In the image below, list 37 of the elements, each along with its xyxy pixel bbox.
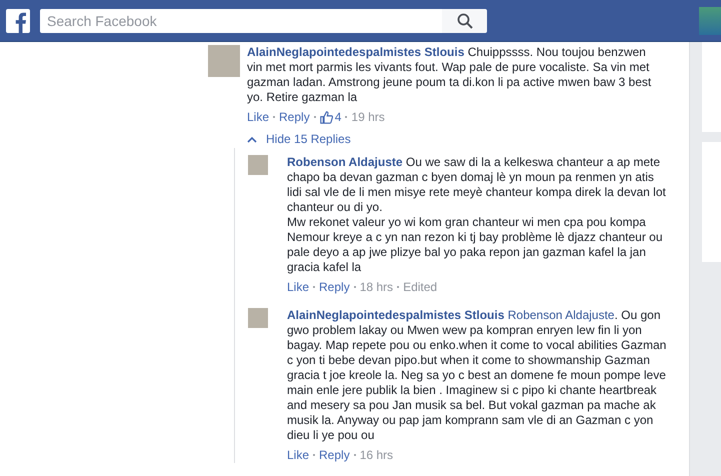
search-icon [456,12,472,28]
facebook-logo-icon[interactable] [6,8,30,32]
separator-dot [313,286,316,288]
profile-picture[interactable] [699,6,721,34]
separator-dot [313,454,316,456]
action-link[interactable]: Like [247,109,270,125]
timestamp: 19 hrs [351,109,385,125]
separator-dot [314,116,316,118]
edited-label: Edited [403,279,438,295]
separator-dot [354,286,356,288]
mention-link[interactable]: Robenson Aldajuste [508,308,614,322]
avatar-photo[interactable] [248,155,268,175]
timestamp: 18 hrs [360,279,394,295]
action-link[interactable]: Like [287,447,310,463]
action-link[interactable]: Like [287,279,310,295]
like-count[interactable]: 4 [334,109,342,125]
action-link[interactable]: Reply [279,109,310,125]
timestamp: 16 hrs [360,447,394,463]
hide-replies-link[interactable]: Hide 15 Replies [247,132,351,146]
chevron-up-icon [247,136,257,142]
separator-dot [397,286,400,288]
author-link[interactable]: AlainNeglapointedespalmistes Stlouis [247,45,464,59]
author-link[interactable]: AlainNeglapointedespalmistes Stlouis [287,308,504,322]
separator-dot [273,116,276,118]
comment-text: AlainNeglapointedespalmistes Stlouis Chuippssss. Nou toujou benzwen vin met mort parmis les vivants fout. Wap pale de pure vocaliste. Sa vin met gazman ladan. Amstrong jeune poum ta di.kon li pa active mwen baw 3 best yo. Retire gazman la [247,45,652,105]
thumbs-up-icon[interactable] [320,110,333,124]
action-link[interactable]: Reply [319,279,350,295]
author-link[interactable]: Robenson Aldajuste [287,155,403,169]
separator-dot [345,116,348,118]
avatar-photo[interactable] [248,308,268,328]
search-field[interactable]: Search Facebook [40,8,442,32]
separator-dot [354,454,356,456]
search-button[interactable] [442,8,487,32]
comment-text: Robenson Aldajuste Ou we saw di la a kelkeswa chanteur a ap mete chapo ba devan gazman c byen domaj lè yn moun pa renmen yn atis lidi sal vle de li men misye rete meyè chanteur kompa direk la devan lot chanteur ou di yo. Mw rekonet valeur yo wi kom gran chanteur wi men cpa pou kompa Nemour kreye a c yn nan rezon ki tj bay problème lè djazz chanteur ou pale deyo a ap jwe plizye bal yo paka repon jan gazman kafel la jan gracia kafel la [287,155,667,275]
comment-text: AlainNeglapointedespalmistes Stlouis Robenson Aldajuste. Ou gon gwo problem lakay ou Mwen wew pa kompran enryen lew fin li yon bagay. Map repete pou ou enko.when it come to vocal abilities Gazman c yon ti bebe devan pipo.but when it come to showmanship Gazman gracia t joe kreole la. Neg sa yo c best an domene fe moun pompe leve main enle jere publik la bien . Imaginew si c pipo ki chante heartbreak and mesery sa pou Jan musik sa bel. But vokal gazman pa mache ak musik la. Anyway ou pap jam komprann sam vle di an Gazman c yon dieu li ye pou ou [287,308,668,443]
action-link[interactable]: Reply [319,447,350,463]
avatar-photo[interactable] [208,45,240,77]
